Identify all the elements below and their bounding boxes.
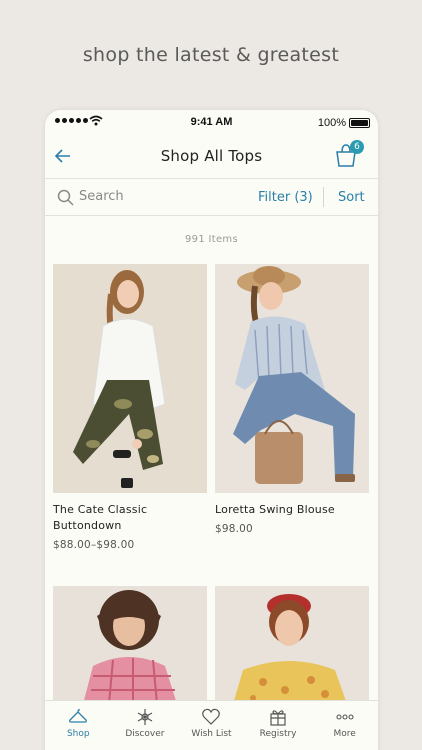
- gift-icon: [270, 710, 286, 726]
- product-image[interactable]: [215, 586, 369, 704]
- search-icon: [57, 189, 74, 206]
- tab-label: Discover: [125, 729, 165, 739]
- tab-discover[interactable]: Discover: [112, 701, 179, 750]
- tab-more[interactable]: More: [311, 701, 378, 750]
- item-count: 991 Items: [185, 234, 238, 245]
- product-name[interactable]: The Cate Classic Buttondown: [53, 502, 207, 534]
- product-price: $98.00: [215, 523, 253, 535]
- search-input[interactable]: [79, 189, 199, 204]
- tab-shop[interactable]: Shop: [45, 701, 112, 750]
- search-filter-bar: Filter (3) Sort: [45, 178, 378, 216]
- tab-label: Shop: [66, 729, 90, 739]
- battery-icon: [349, 118, 370, 128]
- tab-bar: Shop Discover Wish List Registry More: [45, 700, 378, 750]
- snowflake-icon: [137, 709, 153, 725]
- sort-button[interactable]: Sort: [338, 190, 365, 205]
- page-title: Shop All Tops: [160, 147, 263, 165]
- product-name[interactable]: Loretta Swing Blouse: [215, 502, 369, 518]
- product-image[interactable]: [53, 264, 207, 493]
- hanger-icon: [69, 709, 88, 723]
- product-image[interactable]: [215, 264, 369, 493]
- filter-button[interactable]: Filter (3): [258, 190, 313, 205]
- tab-label: More: [333, 729, 356, 739]
- nav-bar: Shop All Tops 6: [45, 136, 378, 178]
- product-card[interactable]: [53, 586, 207, 704]
- battery-percent: 100%: [317, 117, 346, 129]
- product-card[interactable]: Loretta Swing Blouse $98.00: [215, 264, 369, 535]
- product-card[interactable]: The Cate Classic Buttondown $88.00–$98.0…: [53, 264, 207, 551]
- more-icon: [336, 714, 354, 720]
- product-card[interactable]: [215, 586, 369, 704]
- marketing-tagline: shop the latest & greatest: [82, 44, 340, 66]
- status-bar: 9:41 AM 100%: [45, 110, 378, 136]
- tab-label: Wish List: [191, 729, 232, 739]
- heart-icon: [202, 708, 221, 725]
- product-image[interactable]: [53, 586, 207, 704]
- tab-wish-list[interactable]: Wish List: [178, 701, 245, 750]
- tab-registry[interactable]: Registry: [245, 701, 312, 750]
- phone-screen: 9:41 AM 100% Shop All Tops 6 Filter (3) …: [45, 110, 378, 750]
- product-price: $88.00–$98.00: [53, 539, 135, 551]
- bag-count-badge: 6: [350, 140, 364, 154]
- tab-label: Registry: [259, 729, 297, 739]
- toolbar-divider: [323, 187, 324, 207]
